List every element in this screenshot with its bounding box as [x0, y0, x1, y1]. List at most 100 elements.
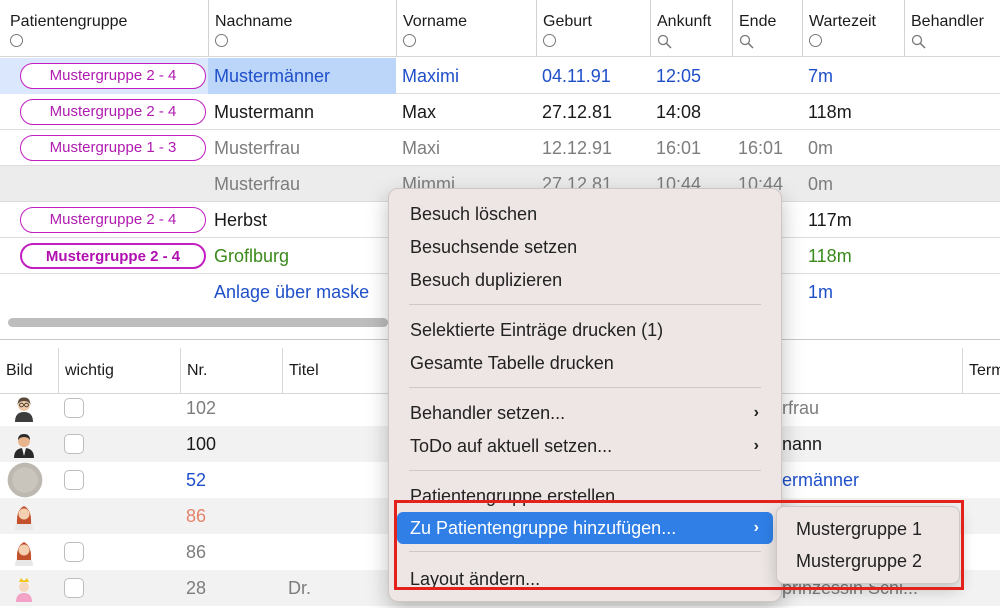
column-header-geburt[interactable]: Geburt: [536, 0, 650, 56]
group-badge: Mustergruppe 2 - 4: [20, 99, 206, 125]
chevron-right-icon: ›: [753, 519, 759, 536]
woman-redhead-avatar-icon: [15, 506, 33, 530]
search-icon[interactable]: [739, 34, 754, 49]
submenu-item-mustergruppe-2[interactable]: Mustergruppe 2: [783, 545, 953, 577]
menu-separator: [409, 387, 761, 388]
filter-circle-icon[interactable]: [543, 34, 557, 48]
geburt-cell: 04.11.91: [542, 66, 611, 86]
menu-item-label: Besuch löschen: [410, 204, 538, 224]
nachname-cell: Musterfrau: [214, 174, 301, 194]
table-row[interactable]: Mustergruppe 2 - 4 Mustermänner Maximi 0…: [0, 58, 1000, 94]
menu-separator: [409, 551, 761, 552]
menu-item-zu-patientengruppe-hinzufuegen[interactable]: Zu Patientengruppe hinzufügen... ›: [397, 512, 773, 544]
chevron-right-icon: ›: [753, 437, 759, 454]
nachname-cell: Anlage über maske: [214, 282, 370, 302]
nr-cell: 100: [186, 434, 217, 454]
nr-cell: 86: [186, 542, 207, 562]
nr-cell: 28: [186, 578, 207, 598]
woman-redhead-avatar-icon: [15, 542, 33, 566]
menu-item-tabelle-drucken[interactable]: Gesamte Tabelle drucken: [397, 347, 773, 379]
menu-item-label: Besuch duplizieren: [410, 270, 563, 290]
important-checkbox[interactable]: [64, 542, 84, 562]
column-header-term[interactable]: Term: [962, 348, 1000, 394]
column-header-titel[interactable]: Titel: [282, 348, 392, 394]
nachname-cell: Herbst: [214, 210, 268, 230]
filter-circle-icon[interactable]: [10, 34, 24, 48]
horizontal-scrollbar[interactable]: [8, 318, 388, 327]
nachname-cell: Groflburg: [214, 246, 290, 266]
column-label: Nachname: [215, 13, 293, 30]
table-row[interactable]: Mustergruppe 1 - 3 Musterfrau Maxi 12.12…: [0, 130, 1000, 166]
name-cell: ermänner: [782, 470, 860, 490]
column-header-nachname[interactable]: Nachname: [208, 0, 396, 56]
wartezeit-cell: 118m: [808, 102, 852, 122]
patientengruppe-submenu: Mustergruppe 1 Mustergruppe 2: [776, 506, 960, 584]
name-cell: rfrau: [782, 398, 820, 418]
wartezeit-cell: 1m: [808, 282, 834, 302]
nachname-cell: Mustermänner: [208, 58, 396, 94]
filter-circle-icon[interactable]: [403, 34, 417, 48]
menu-item-label: Zu Patientengruppe hinzufügen...: [410, 518, 677, 538]
menu-separator: [409, 470, 761, 471]
menu-item-label: Selektierte Einträge drucken (1): [410, 320, 664, 340]
table-row[interactable]: Mustergruppe 2 - 4 Mustermann Max 27.12.…: [0, 94, 1000, 130]
group-cell: Mustergruppe 1 - 3: [0, 130, 208, 166]
column-header-nr[interactable]: Nr.: [180, 348, 282, 394]
wartezeit-cell: 117m: [808, 210, 852, 230]
search-icon[interactable]: [911, 34, 926, 49]
important-checkbox[interactable]: [64, 434, 84, 454]
chevron-right-icon: ›: [753, 404, 759, 421]
menu-item-behandler-setzen[interactable]: Behandler setzen... ›: [397, 397, 773, 429]
group-badge: Mustergruppe 1 - 3: [20, 135, 206, 161]
menu-item-label: ToDo auf aktuell setzen...: [410, 436, 613, 456]
vorname-cell: Maximi: [402, 66, 459, 86]
menu-item-selektierte-drucken[interactable]: Selektierte Einträge drucken (1): [397, 314, 773, 346]
column-label: Ende: [739, 13, 777, 30]
titel-cell: Dr.: [288, 578, 312, 598]
group-cell: Mustergruppe 2 - 4: [0, 238, 208, 274]
search-icon[interactable]: [657, 34, 672, 49]
princess-avatar-icon: [16, 578, 32, 602]
placeholder-photo-icon: [7, 462, 43, 498]
menu-item-patientengruppe-erstellen[interactable]: Patientengruppe erstellen: [397, 480, 773, 512]
menu-item-layout-aendern[interactable]: Layout ändern...: [397, 563, 773, 595]
column-header-ankunft[interactable]: Ankunft: [650, 0, 732, 56]
ende-cell: [732, 94, 802, 130]
column-header-wartezeit[interactable]: Wartezeit: [802, 0, 904, 56]
wartezeit-cell: 7m: [808, 66, 834, 86]
important-checkbox[interactable]: [64, 398, 84, 418]
ankunft-cell: 16:01: [656, 138, 702, 158]
vorname-cell: Max: [402, 102, 437, 122]
filter-circle-icon[interactable]: [215, 34, 229, 48]
menu-item-besuchsende-setzen[interactable]: Besuchsende setzen: [397, 231, 773, 263]
column-header-bild[interactable]: Bild: [0, 348, 58, 394]
column-label: Geburt: [543, 13, 592, 30]
menu-item-todo-setzen[interactable]: ToDo auf aktuell setzen... ›: [397, 430, 773, 462]
column-header-ende[interactable]: Ende: [732, 0, 802, 56]
important-checkbox[interactable]: [64, 578, 84, 598]
filter-circle-icon[interactable]: [809, 34, 823, 48]
name-cell: nann: [782, 434, 823, 454]
group-cell: Mustergruppe 2 - 4: [0, 202, 208, 238]
column-header-patientengruppe[interactable]: Patientengruppe: [0, 0, 208, 56]
menu-item-label: Besuchsende setzen: [410, 237, 578, 257]
group-badge: Mustergruppe 2 - 4: [20, 243, 206, 269]
group-badge: Mustergruppe 2 - 4: [20, 207, 206, 233]
column-header-behandler[interactable]: Behandler: [904, 0, 1000, 56]
ankunft-cell: 12:05: [656, 66, 702, 86]
menu-item-label: Layout ändern...: [410, 569, 541, 589]
menu-item-label: Patientengruppe erstellen: [410, 486, 616, 506]
menu-item-besuch-duplizieren[interactable]: Besuch duplizieren: [397, 264, 773, 296]
menu-item-besuch-loeschen[interactable]: Besuch löschen: [397, 198, 773, 230]
column-label: Wartezeit: [809, 13, 876, 30]
submenu-item-mustergruppe-1[interactable]: Mustergruppe 1: [783, 513, 953, 545]
column-label: Patientengruppe: [10, 13, 128, 30]
wartezeit-cell: 118m: [808, 246, 852, 266]
column-header-vorname[interactable]: Vorname: [396, 0, 536, 56]
column-header-wichtig[interactable]: wichtig: [58, 348, 180, 394]
header-divider: [0, 56, 1000, 57]
menu-item-label: Gesamte Tabelle drucken: [410, 353, 614, 373]
menu-item-label: Behandler setzen...: [410, 403, 566, 423]
column-label: Behandler: [911, 13, 984, 30]
important-checkbox[interactable]: [64, 470, 84, 490]
